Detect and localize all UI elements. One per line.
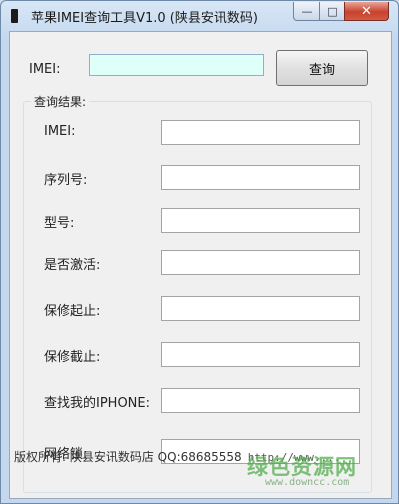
warranty-end-label: 保修截止: bbox=[44, 350, 101, 365]
imei-result-field[interactable] bbox=[161, 120, 360, 145]
model-field[interactable] bbox=[161, 208, 360, 233]
activation-field[interactable] bbox=[161, 250, 360, 275]
query-button[interactable]: 查询 bbox=[276, 50, 368, 86]
activation-label: 是否激活: bbox=[44, 258, 101, 273]
client-area: IMEI: 查询 查询结果: IMEI: 序列号: 型号: 是否激活: 保修起止… bbox=[9, 31, 392, 499]
maximize-icon: □ bbox=[327, 4, 338, 18]
results-group-label: 查询结果: bbox=[31, 93, 90, 110]
imei-result-label: IMEI: bbox=[44, 124, 76, 139]
maximize-button[interactable]: □ bbox=[319, 2, 346, 21]
close-icon: ✕ bbox=[361, 3, 372, 19]
watermark-url: www.downcc.com bbox=[265, 477, 350, 488]
close-button[interactable]: ✕ bbox=[344, 2, 389, 21]
model-label: 型号: bbox=[44, 216, 75, 231]
warranty-end-field[interactable] bbox=[161, 342, 360, 367]
find-my-iphone-field[interactable] bbox=[161, 388, 360, 413]
app-window: 苹果IMEI查询工具V1.0 (陕县安讯数码) — □ ✕ IMEI: 查询 查… bbox=[0, 0, 399, 504]
window-title: 苹果IMEI查询工具V1.0 (陕县安讯数码) bbox=[31, 11, 258, 26]
serial-number-label: 序列号: bbox=[44, 173, 88, 188]
warranty-start-label: 保修起止: bbox=[44, 304, 101, 319]
copyright-text: 版权所有: 陕县安讯数码店 QQ:68685558 bbox=[14, 450, 242, 464]
app-icon bbox=[11, 9, 18, 23]
imei-label: IMEI: bbox=[29, 62, 61, 77]
minimize-icon: — bbox=[301, 4, 313, 18]
warranty-start-field[interactable] bbox=[161, 296, 360, 321]
serial-number-field[interactable] bbox=[161, 165, 360, 190]
find-my-iphone-label: 查找我的IPHONE: bbox=[44, 396, 150, 411]
title-bar[interactable]: 苹果IMEI查询工具V1.0 (陕县安讯数码) — □ ✕ bbox=[1, 1, 398, 31]
minimize-button[interactable]: — bbox=[293, 2, 321, 21]
imei-input[interactable] bbox=[89, 54, 264, 76]
